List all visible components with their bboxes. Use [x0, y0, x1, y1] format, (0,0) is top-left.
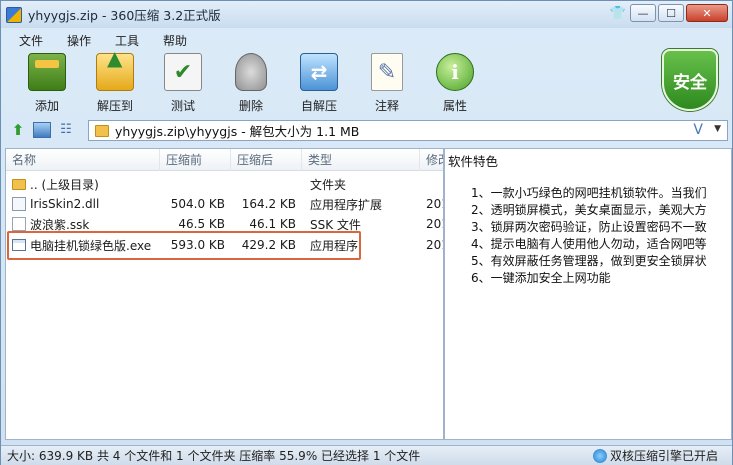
menu-help[interactable]: 帮助 [151, 32, 199, 49]
path-v-icon[interactable]: V [693, 122, 703, 138]
file-name: IrisSkin2.dll [30, 197, 100, 211]
chevron-down-icon[interactable]: ▼ [714, 124, 721, 134]
test-button[interactable]: 测试 [149, 51, 217, 115]
list-view-icon[interactable]: ☷ [57, 122, 75, 138]
test-icon [164, 53, 202, 91]
list-item: 6、一键添加安全上网功能 [471, 271, 611, 285]
column-original-size[interactable]: 压缩前 [160, 149, 231, 171]
dll-file-icon [12, 197, 26, 211]
extract-to-button[interactable]: 解压到 [81, 46, 149, 115]
status-bar: 大小: 639.9 KB 共 4 个文件和 1 个文件夹 压缩率 55.9% 已… [1, 445, 732, 465]
folder-icon [12, 178, 26, 190]
add-button[interactable]: 添加 [13, 51, 81, 115]
info-list: 1、一款小巧绿色的网吧挂机锁软件。当我们 2、透明锁屏模式，美女桌面显示，美观大… [471, 184, 707, 286]
extract-label: 解压到 [96, 99, 133, 113]
delete-label: 删除 [238, 99, 263, 113]
folder-icon [95, 124, 109, 137]
window-title: yhyygjs.zip - 360压缩 3.2正式版 [28, 8, 221, 23]
list-item: 1、一款小巧绿色的网吧挂机锁软件。当我们 [471, 186, 707, 200]
file-modified: 201 [426, 238, 443, 252]
column-modified[interactable]: 修改 [420, 149, 443, 171]
engine-status-text: 双核压缩引擎已开启 [609, 449, 718, 463]
app-logo-icon [6, 6, 22, 23]
file-name: .. (上级目录) [30, 177, 99, 192]
test-label: 测试 [170, 99, 195, 113]
file-type: SSK 文件 [310, 217, 361, 232]
file-list[interactable]: 名称 压缩前 压缩后 类型 修改 .. (上级目录) 文件夹 IrisSkin2… [5, 148, 444, 440]
file-modified: 201 [426, 217, 443, 231]
sfx-label: 自解压 [300, 99, 337, 113]
window-controls: 👕 — ☐ ✕ [608, 4, 728, 22]
sfx-icon [300, 53, 338, 91]
file-compressed-size: 164.2 KB [241, 197, 296, 211]
file-modified: 201 [426, 197, 443, 211]
thumbnail-view-icon[interactable] [33, 122, 51, 138]
app-window: yhyygjs.zip - 360压缩 3.2正式版 👕 — ☐ ✕ 文件 操作… [0, 0, 733, 465]
comment-label: 注释 [374, 99, 399, 113]
properties-button[interactable]: 属性 [421, 51, 489, 115]
extract-icon [96, 46, 134, 91]
add-label: 添加 [34, 99, 59, 113]
path-field[interactable]: yhyygjs.zip\yhyygjs - 解包大小为 1.1 MB V ▼ [88, 120, 728, 141]
file-type: 文件夹 [310, 177, 347, 192]
sfx-button[interactable]: 自解压 [285, 51, 353, 115]
list-item: 5、有效屏蔽任务管理器，做到更安全锁屏状 [471, 254, 707, 268]
column-compressed-size[interactable]: 压缩后 [231, 149, 302, 171]
list-item: 3、锁屏两次密码验证，防止设置密码不一致 [471, 220, 707, 234]
close-button[interactable]: ✕ [686, 4, 728, 22]
column-type[interactable]: 类型 [302, 149, 420, 171]
engine-icon [592, 448, 607, 463]
minimize-button[interactable]: — [630, 4, 656, 22]
delete-button[interactable]: 删除 [217, 51, 285, 115]
path-text: yhyygjs.zip\yhyygjs - 解包大小为 1.1 MB [115, 124, 360, 139]
column-name[interactable]: 名称 [6, 149, 160, 171]
ssk-file-icon [12, 217, 26, 231]
properties-label: 属性 [442, 99, 467, 113]
info-pane: 软件特色 1、一款小巧绿色的网吧挂机锁软件。当我们 2、透明锁屏模式，美女桌面显… [444, 148, 732, 440]
file-list-header: 名称 压缩前 压缩后 类型 修改 [6, 149, 443, 171]
status-text: 大小: 639.9 KB 共 4 个文件和 1 个文件夹 压缩率 55.9% 已… [7, 449, 421, 463]
file-compressed-size: 46.1 KB [249, 217, 296, 231]
file-name: 波浪紫.ssk [30, 217, 90, 232]
file-type: 应用程序扩展 [310, 197, 383, 212]
file-original-size: 504.0 KB [170, 197, 225, 211]
menu-operation[interactable]: 操作 [55, 32, 103, 49]
list-item: 2、透明锁屏模式，美女桌面显示，美观大方 [471, 203, 707, 217]
table-row[interactable]: IrisSkin2.dll 504.0 KB 164.2 KB 应用程序扩展 2… [6, 194, 443, 214]
add-archive-icon [28, 53, 66, 91]
file-original-size: 46.5 KB [178, 217, 225, 231]
info-title: 软件特色 [448, 154, 499, 169]
menu-file[interactable]: 文件 [7, 32, 55, 49]
title-bar: yhyygjs.zip - 360压缩 3.2正式版 👕 — ☐ ✕ [1, 1, 732, 28]
up-arrow-icon[interactable]: ⬆ [9, 121, 27, 139]
toolbar: 添加 解压到 测试 删除 自解压 注释 属性 [1, 46, 732, 117]
engine-status[interactable]: 双核压缩引擎已开启 [592, 447, 718, 464]
skin-icon[interactable]: 👕 [608, 4, 628, 22]
list-item: 4、提示电脑有人使用他人勿动，适合网吧等 [471, 237, 707, 251]
trash-icon [235, 53, 267, 91]
comment-icon [371, 53, 403, 91]
table-row[interactable]: .. (上级目录) 文件夹 [6, 174, 443, 194]
maximize-button[interactable]: ☐ [658, 4, 684, 22]
info-icon [436, 53, 474, 91]
security-shield-button[interactable]: 安全 [662, 49, 718, 111]
comment-button[interactable]: 注释 [353, 51, 421, 115]
address-bar: ⬆ ☷ yhyygjs.zip\yhyygjs - 解包大小为 1.1 MB V… [1, 118, 732, 142]
selection-highlight [7, 231, 361, 260]
